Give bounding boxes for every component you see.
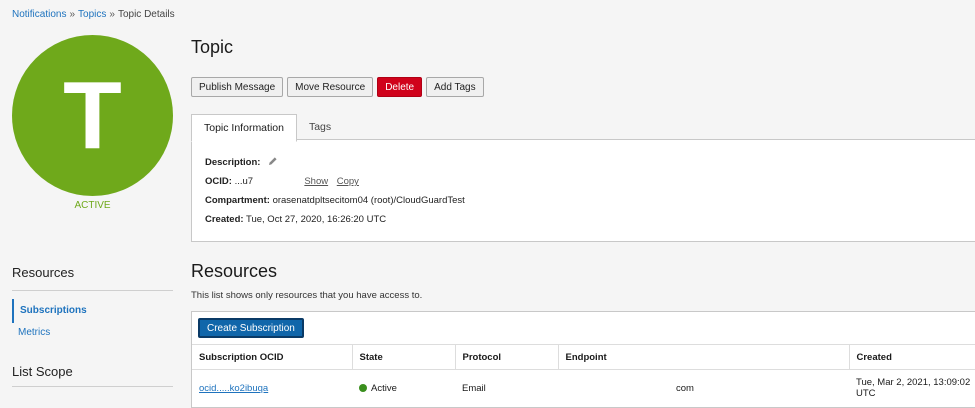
column-header-ocid[interactable]: Subscription OCID — [192, 344, 353, 370]
compartment-value: orasenatdpltsecitom04 (root)/CloudGuardT… — [272, 195, 465, 206]
ocid-label: OCID: — [205, 176, 232, 187]
breadcrumb-current: Topic Details — [117, 9, 175, 20]
detail-tabs: Topic Information Tags — [191, 114, 343, 142]
publish-message-button[interactable]: Publish Message — [191, 77, 284, 97]
move-resource-button[interactable]: Move Resource — [287, 77, 374, 97]
column-header-state[interactable]: State — [352, 344, 456, 370]
sidebar-item-metrics[interactable]: Metrics — [12, 327, 50, 338]
subscription-ocid-link[interactable]: ocid.....ko2ibuqa — [199, 383, 268, 394]
ocid-row: OCID: ...u7 Show Copy — [205, 176, 359, 187]
breadcrumb-notifications[interactable]: Notifications — [12, 9, 66, 20]
page-title: Topic — [191, 37, 234, 57]
subscriptions-panel: Create Subscription Subscription OCID St… — [191, 311, 975, 408]
topic-info-panel: Description: OCID: ...u7 Show Copy Compa… — [191, 139, 975, 242]
subscription-endpoint: com — [676, 382, 694, 394]
ocid-value: ...u7 — [234, 176, 254, 187]
created-date: Tue, Mar 2, 2021, 13:09:02 — [856, 377, 971, 388]
ocid-copy-link[interactable]: Copy — [337, 176, 359, 187]
create-subscription-button[interactable]: Create Subscription — [198, 318, 304, 338]
resources-title: Resources — [191, 261, 278, 281]
add-tags-button[interactable]: Add Tags — [426, 77, 484, 97]
breadcrumb: Notifications» Topics» Topic Details — [12, 9, 175, 20]
ocid-show-link[interactable]: Show — [304, 176, 328, 187]
sidebar-item-subscriptions[interactable]: Subscriptions — [12, 299, 87, 323]
breadcrumb-separator: » — [109, 9, 115, 20]
avatar-letter: T — [63, 61, 122, 169]
breadcrumb-topics[interactable]: Topics — [78, 9, 106, 20]
subscription-created: Tue, Mar 2, 2021, 13:09:02 UTC — [849, 370, 975, 407]
sidebar-divider — [12, 290, 173, 291]
breadcrumb-separator: » — [69, 9, 76, 20]
status-dot-icon — [359, 383, 367, 392]
tab-tags[interactable]: Tags — [297, 114, 343, 140]
created-tz: UTC — [856, 388, 876, 399]
delete-button[interactable]: Delete — [377, 77, 423, 97]
sidebar-divider — [12, 386, 173, 387]
table-header-row: Subscription OCID State Protocol Endpoin… — [192, 344, 975, 370]
column-header-created[interactable]: Created — [849, 344, 975, 370]
topic-avatar: T — [12, 35, 173, 196]
subscription-state: Active — [371, 382, 397, 394]
compartment-label: Compartment: — [205, 195, 270, 206]
tab-topic-information[interactable]: Topic Information — [191, 114, 297, 142]
created-label: Created: — [205, 214, 244, 225]
column-header-endpoint[interactable]: Endpoint — [558, 344, 850, 370]
column-header-protocol[interactable]: Protocol — [455, 344, 559, 370]
redacted-area — [255, 176, 296, 186]
action-toolbar: Publish Message Move Resource Delete Add… — [191, 77, 484, 97]
sidebar-list-scope-title: List Scope — [12, 364, 73, 379]
table-row: ocid.....ko2ibuqa Active Email com Tue, … — [192, 370, 975, 407]
pencil-icon[interactable] — [268, 156, 278, 169]
created-row: Created: Tue, Oct 27, 2020, 16:26:20 UTC — [205, 214, 386, 225]
description-row: Description: — [205, 156, 278, 169]
subscription-protocol: Email — [462, 382, 486, 394]
compartment-row: Compartment: orasenatdpltsecitom04 (root… — [205, 195, 465, 206]
created-value: Tue, Oct 27, 2020, 16:26:20 UTC — [246, 214, 387, 225]
subscriptions-table: Subscription OCID State Protocol Endpoin… — [192, 344, 975, 406]
description-label: Description: — [205, 157, 261, 169]
sidebar-resources-title: Resources — [12, 265, 75, 280]
resources-note: This list shows only resources that you … — [191, 290, 423, 301]
topic-state-label: ACTIVE — [74, 200, 111, 211]
